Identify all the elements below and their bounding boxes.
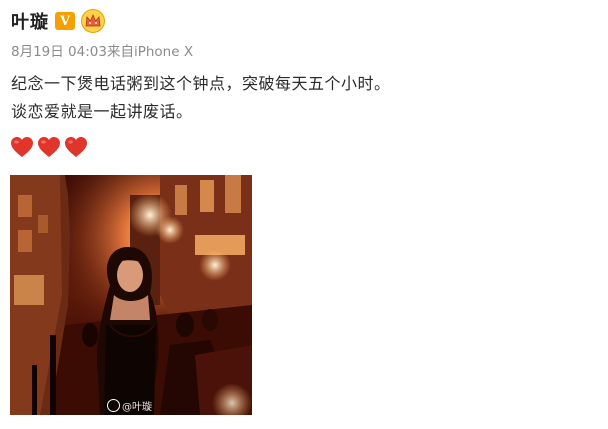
post-timestamp[interactable]: 8月19日 04:03 <box>11 44 107 60</box>
photo-thumbnail <box>10 175 252 415</box>
post-photo[interactable]: @叶璇 <box>10 175 252 415</box>
post-line-2: 谈恋爱就是一起讲废话。 <box>11 102 193 121</box>
photo-watermark: @叶璇 <box>107 398 152 413</box>
heart-icon <box>38 137 60 157</box>
username[interactable]: 叶璇 <box>11 8 49 34</box>
post-source: 来自iPhone X <box>106 44 194 60</box>
vip-crown-icon[interactable] <box>81 9 105 33</box>
post-line-1: 纪念一下煲电话粥到这个钟点，突破每天五个小时。 <box>11 74 391 93</box>
heart-icon <box>65 137 87 157</box>
heart-icon <box>11 137 33 157</box>
post-meta: 8月19日 04:03来自iPhone X <box>11 40 193 60</box>
heart-emoji-row <box>10 136 88 158</box>
weibo-post: 叶璇 V 8月19日 04:03来自iPhone X 纪念一下煲电话粥到这个钟点… <box>0 0 608 429</box>
verified-v-icon[interactable]: V <box>55 12 75 30</box>
post-text: 纪念一下煲电话粥到这个钟点，突破每天五个小时。 谈恋爱就是一起讲废话。 <box>11 70 391 126</box>
weibo-watermark-icon <box>107 399 120 412</box>
watermark-text: @叶璇 <box>122 402 152 413</box>
post-header: 叶璇 V <box>11 8 105 34</box>
